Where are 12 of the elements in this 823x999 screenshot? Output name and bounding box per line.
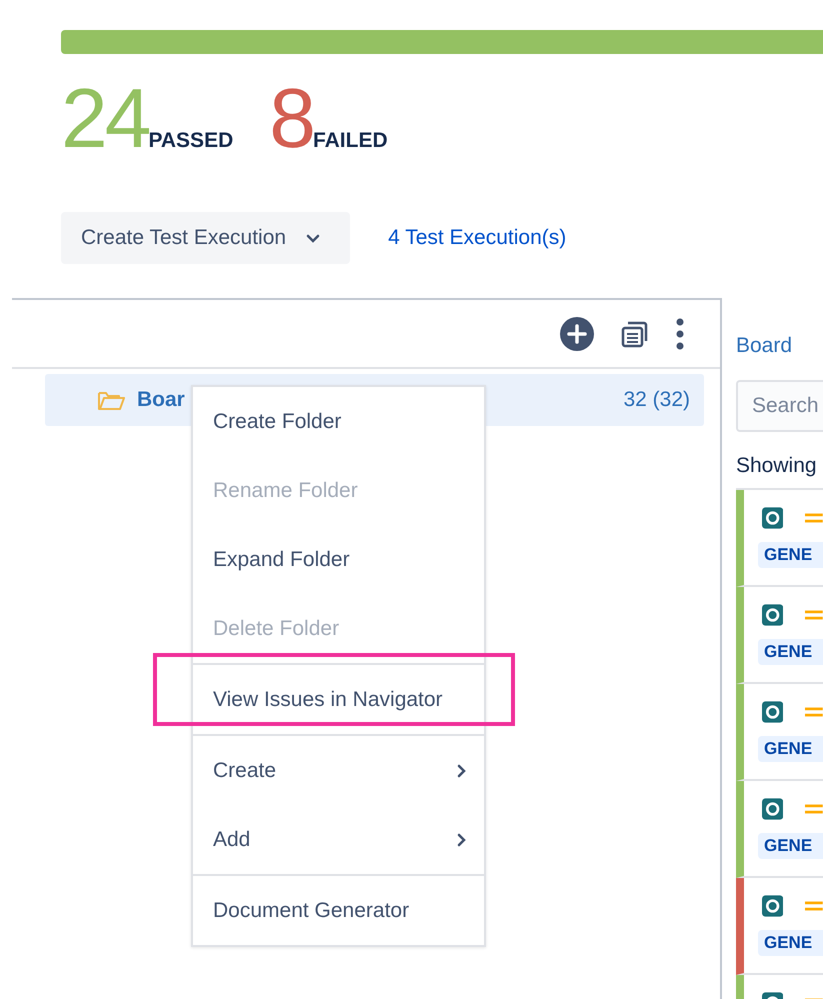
- component-tag: GENE: [758, 833, 823, 859]
- passed-count: 24: [61, 76, 148, 160]
- component-tag: GENE: [758, 930, 823, 956]
- folder-count: 32 (32): [623, 388, 690, 412]
- passed-label: PASSED: [148, 129, 234, 153]
- component-tag: GENE: [758, 639, 823, 665]
- failed-label: FAILED: [312, 129, 388, 153]
- folder-name: Boar: [137, 388, 186, 412]
- component-tag: GENE: [758, 542, 823, 568]
- component-tag: GENE: [758, 736, 823, 762]
- showing-text: Showing: [736, 454, 818, 478]
- failed-count: 8: [269, 76, 313, 160]
